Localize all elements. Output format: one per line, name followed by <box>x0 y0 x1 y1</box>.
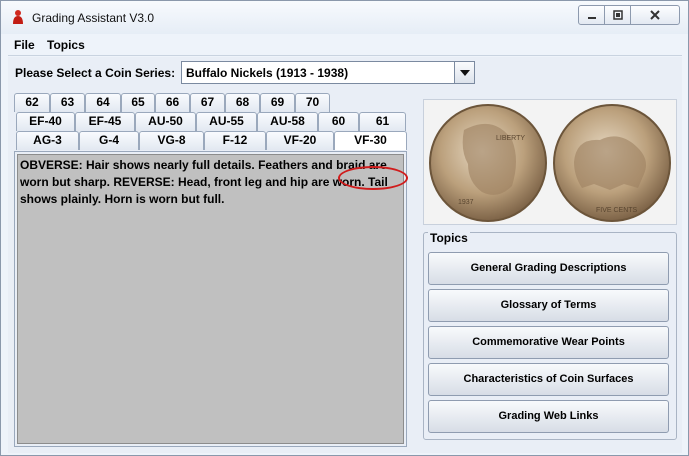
general-grading-button[interactable]: General Grading Descriptions <box>428 252 669 285</box>
tab-vf-30[interactable]: VF-30 <box>334 131 407 150</box>
minimize-button[interactable] <box>579 6 605 24</box>
grade-description: OBVERSE: Hair shows nearly full details.… <box>17 154 404 444</box>
menu-topics[interactable]: Topics <box>47 38 85 52</box>
title-bar: Grading Assistant V3.0 <box>1 1 688 34</box>
tab-70[interactable]: 70 <box>295 93 330 112</box>
coin-series-value: Buffalo Nickels (1913 - 1938) <box>186 66 349 80</box>
tab-f-12[interactable]: F-12 <box>204 131 266 150</box>
tab-60[interactable]: 60 <box>318 112 359 131</box>
series-label: Please Select a Coin Series: <box>15 66 176 80</box>
tab-64[interactable]: 64 <box>85 93 121 112</box>
coin-series-select[interactable]: Buffalo Nickels (1913 - 1938) <box>181 61 475 84</box>
tab-66[interactable]: 66 <box>155 93 190 112</box>
main-content: Please Select a Coin Series: Buffalo Nic… <box>8 57 682 453</box>
tab-63[interactable]: 63 <box>50 93 85 112</box>
menu-bar: File Topics <box>8 34 682 56</box>
tab-68[interactable]: 68 <box>225 93 260 112</box>
tab-g-4[interactable]: G-4 <box>79 131 139 150</box>
reverse-legend: FIVE CENTS <box>596 207 638 214</box>
obverse-legend: LIBERTY <box>496 135 525 142</box>
topics-title: Topics <box>428 231 470 245</box>
tab-67[interactable]: 67 <box>190 93 225 112</box>
minimize-icon <box>587 17 596 19</box>
tab-au-50[interactable]: AU-50 <box>135 112 196 131</box>
tab-au-55[interactable]: AU-55 <box>196 112 257 131</box>
tab-61[interactable]: 61 <box>359 112 406 131</box>
tab-ag-3[interactable]: AG-3 <box>16 131 79 150</box>
window-controls <box>578 5 680 25</box>
commemorative-wear-button[interactable]: Commemorative Wear Points <box>428 326 669 359</box>
tab-ef-45[interactable]: EF-45 <box>75 112 135 131</box>
window-title: Grading Assistant V3.0 <box>32 11 155 25</box>
close-icon <box>650 10 660 20</box>
maximize-icon <box>612 10 623 20</box>
glossary-button[interactable]: Glossary of Terms <box>428 289 669 322</box>
coin-image: LIBERTY 1937 FIVE CENTS <box>423 99 677 225</box>
tab-panel: OBVERSE: Hair shows nearly full details.… <box>14 151 407 447</box>
coin-surfaces-button[interactable]: Characteristics of Coin Surfaces <box>428 363 669 396</box>
chevron-down-icon <box>459 69 470 76</box>
tab-au-58[interactable]: AU-58 <box>257 112 318 131</box>
grading-web-links-button[interactable]: Grading Web Links <box>428 400 669 433</box>
topics-group: Topics General Grading Descriptions Glos… <box>423 231 677 440</box>
tab-62[interactable]: 62 <box>14 93 50 112</box>
maximize-button[interactable] <box>605 6 631 24</box>
tab-65[interactable]: 65 <box>121 93 155 112</box>
dropdown-button[interactable] <box>454 62 474 83</box>
app-icon <box>10 9 26 25</box>
close-button[interactable] <box>631 6 679 24</box>
highlight-circle <box>338 166 408 190</box>
app-window: Grading Assistant V3.0 File Topics Pleas… <box>0 0 689 456</box>
obverse-date: 1937 <box>458 199 474 206</box>
tab-vg-8[interactable]: VG-8 <box>139 131 204 150</box>
tab-ef-40[interactable]: EF-40 <box>16 112 75 131</box>
grade-tabs: 62 63 64 65 66 67 68 69 70 EF-40 EF-45 A… <box>14 93 408 453</box>
menu-file[interactable]: File <box>14 38 35 52</box>
tab-69[interactable]: 69 <box>260 93 295 112</box>
tab-vf-20[interactable]: VF-20 <box>266 131 334 150</box>
